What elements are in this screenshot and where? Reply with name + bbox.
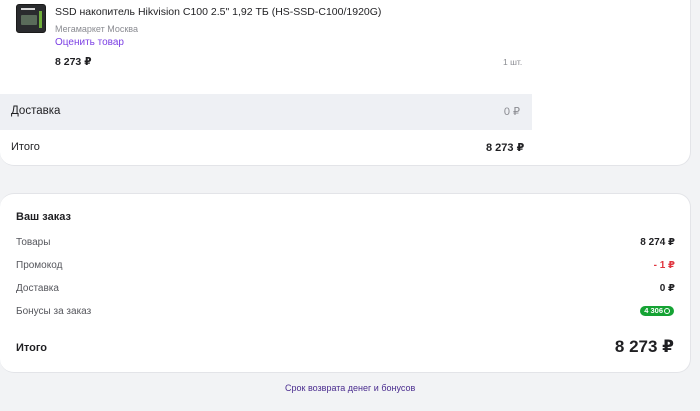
delivery-row: Доставка 0 ₽ xyxy=(0,94,532,130)
summary-delivery-label: Доставка xyxy=(16,283,59,294)
delivery-value: 0 ₽ xyxy=(503,106,520,118)
rate-product-link[interactable]: Оценить товар xyxy=(55,37,124,48)
summary-delivery-value: 0 ₽ xyxy=(659,283,675,294)
bonus-coin-icon xyxy=(664,307,670,314)
order-summary-card: Ваш заказ Товары 8 274 ₽ Промокод - 1 ₽ … xyxy=(0,193,691,373)
summary-promo-value: - 1 ₽ xyxy=(653,260,675,271)
summary-total-value: 8 273 ₽ xyxy=(614,337,674,356)
ssd-product-image[interactable] xyxy=(16,4,46,33)
bonus-value: 4 306 xyxy=(644,306,663,315)
image-label-strip xyxy=(21,8,35,10)
image-chip xyxy=(21,15,37,25)
product-title[interactable]: SSD накопитель Hikvision C100 2.5" 1,92 … xyxy=(55,6,381,18)
summary-total-label: Итого xyxy=(16,342,48,354)
cart-item-card: SSD накопитель Hikvision C100 2.5" 1,92 … xyxy=(0,0,691,166)
refund-terms-link[interactable]: Срок возврата денег и бонусов xyxy=(285,383,415,393)
product-price: 8 273 ₽ xyxy=(55,56,92,68)
delivery-label: Доставка xyxy=(11,105,61,117)
product-quantity: 1 шт. xyxy=(503,57,523,67)
bonus-badge: 4 306 xyxy=(640,306,674,316)
cart-total-value: 8 273 ₽ xyxy=(486,142,525,154)
summary-promo-label: Промокод xyxy=(16,260,63,271)
summary-bonus-label: Бонусы за заказ xyxy=(16,306,92,317)
summary-goods-label: Товары xyxy=(16,237,51,248)
order-summary-title: Ваш заказ xyxy=(16,211,71,223)
image-stripe xyxy=(39,11,42,28)
summary-goods-value: 8 274 ₽ xyxy=(640,237,675,248)
seller-name: Мегамаркет Москва xyxy=(55,24,138,34)
cart-total-label: Итого xyxy=(11,141,40,153)
